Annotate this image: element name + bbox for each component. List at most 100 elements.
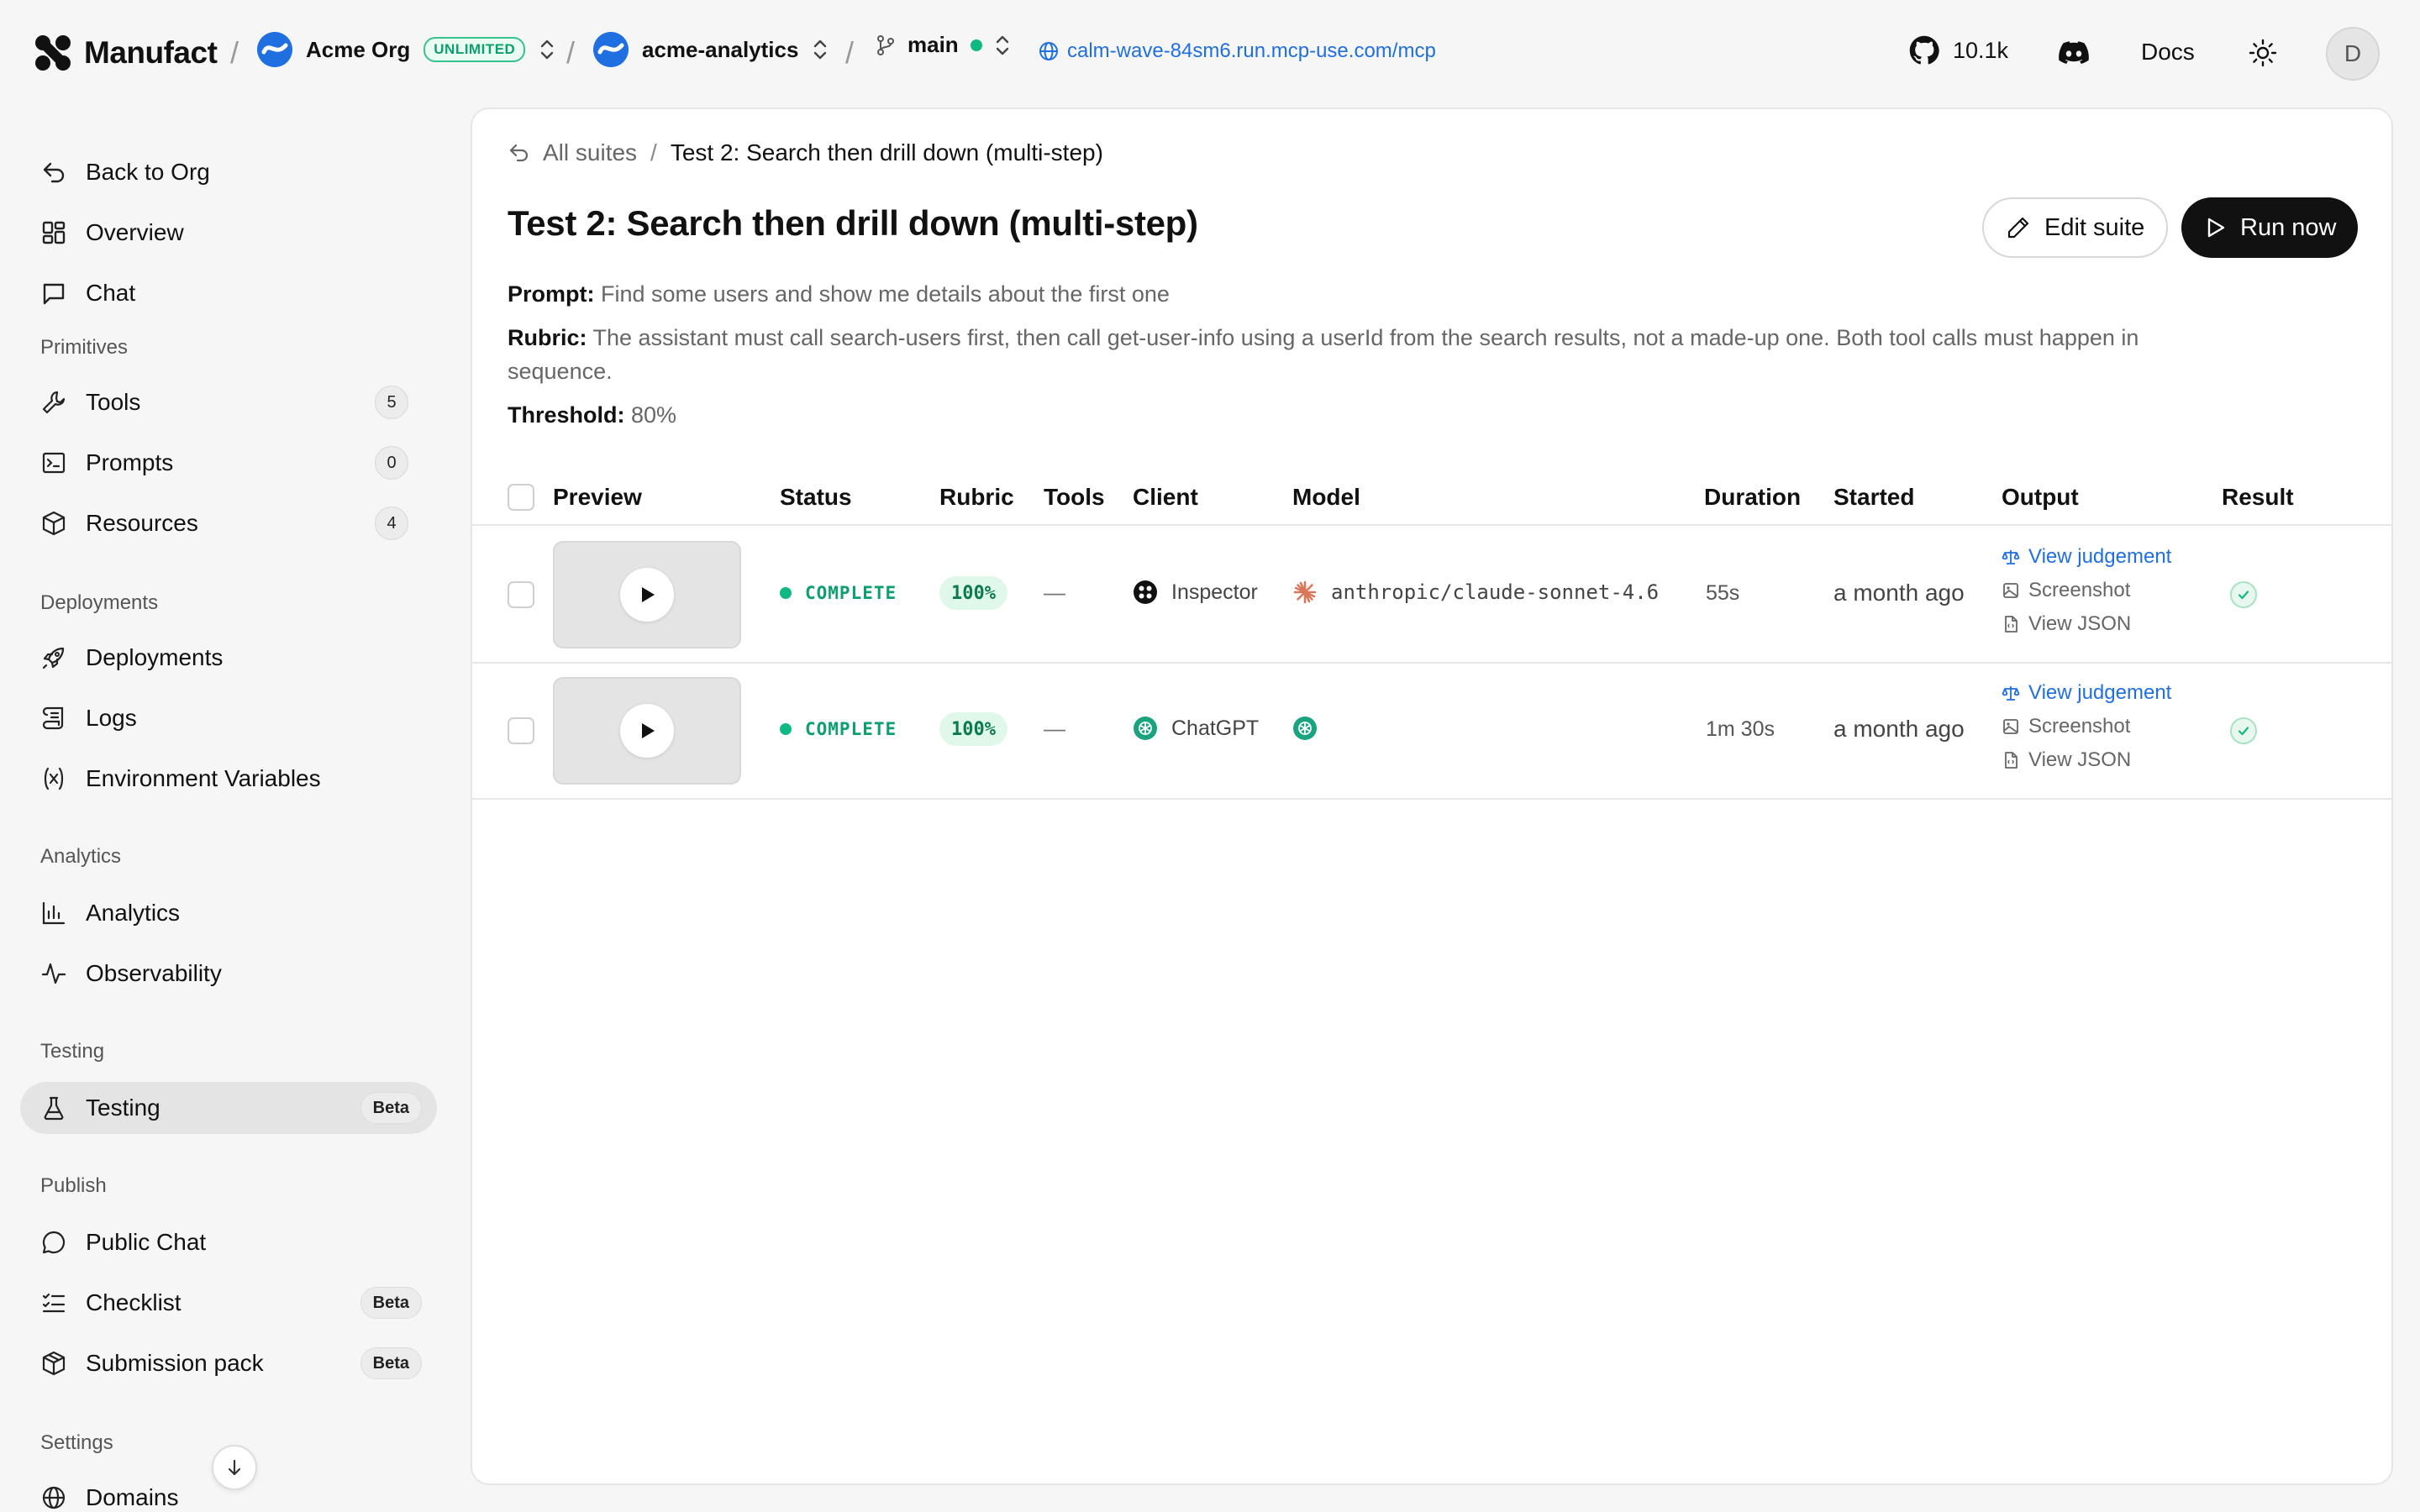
screenshot-label: Screenshot: [2028, 579, 2131, 601]
result-pass-badge: [2230, 717, 2257, 744]
sidebar-item-label: Overview: [86, 219, 184, 245]
table-row[interactable]: COMPLETE 100% — Inspector anthropic/clau…: [472, 528, 2391, 664]
all-suites-link[interactable]: All suites: [508, 139, 637, 166]
github-icon: [1909, 35, 1939, 65]
discord-icon[interactable]: [2059, 40, 2089, 66]
beta-badge: Beta: [360, 1287, 422, 1319]
undo-arrow-icon: [509, 144, 529, 162]
project-switcher[interactable]: acme-analytics: [593, 32, 829, 67]
play-button[interactable]: [620, 568, 674, 622]
sidebar-item-checklist[interactable]: Checklist Beta: [20, 1277, 437, 1329]
sidebar-item-label: Environment Variables: [86, 765, 321, 791]
count-badge: 0: [375, 446, 408, 480]
client-cell: Inspector: [1133, 580, 1258, 605]
beta-badge: Beta: [360, 1347, 422, 1379]
row-checkbox[interactable]: [508, 581, 534, 608]
sidebar-item-prompts[interactable]: Prompts 0: [20, 437, 437, 489]
column-header-result[interactable]: Result: [2222, 484, 2294, 511]
branch-switcher[interactable]: main: [876, 32, 1011, 58]
chevrons-up-down-icon: [541, 39, 554, 60]
openai-icon: [1293, 717, 1317, 740]
section-label-publish: Publish: [40, 1174, 107, 1197]
breadcrumb: All suites / Test 2: Search then drill d…: [508, 139, 1103, 166]
preview-thumbnail[interactable]: [553, 541, 741, 648]
sidebar-item-label: Logs: [86, 705, 137, 731]
client-name: ChatGPT: [1171, 716, 1260, 740]
org-name: Acme Org: [306, 36, 411, 62]
output-links: View judgement Screenshot View JSON: [2002, 545, 2171, 635]
view-judgement-link[interactable]: View judgement: [2002, 681, 2171, 704]
brand-name: Manufact: [84, 35, 218, 70]
screenshot-label: Screenshot: [2028, 715, 2131, 738]
column-header-duration[interactable]: Duration: [1704, 484, 1801, 511]
chat-bubble-icon: [42, 1231, 66, 1254]
sidebar-item-environment-variables[interactable]: Environment Variables: [20, 753, 437, 805]
project-avatar: [593, 32, 629, 67]
view-judgement-link[interactable]: View judgement: [2002, 545, 2171, 568]
chevrons-up-down-icon: [814, 39, 827, 60]
column-header-output[interactable]: Output: [2002, 484, 2079, 511]
scale-icon: [2002, 550, 2020, 564]
sidebar-item-logs[interactable]: Logs: [20, 692, 437, 744]
status-badge: COMPLETE: [780, 583, 897, 603]
check-icon: [2238, 727, 2249, 736]
server-url-link[interactable]: calm-wave-84sm6.run.mcp-use.com/mcp: [1039, 39, 1436, 63]
back-arrow-icon: [43, 162, 65, 183]
github-link[interactable]: 10.1k: [1909, 35, 2008, 66]
view-json-link[interactable]: View JSON: [2002, 612, 2171, 635]
column-header-status[interactable]: Status: [780, 484, 852, 511]
globe-icon: [42, 1486, 66, 1509]
docs-link[interactable]: Docs: [2141, 39, 2195, 66]
row-checkbox[interactable]: [508, 717, 534, 744]
select-all-checkbox[interactable]: [508, 484, 534, 511]
edit-suite-button[interactable]: Edit suite: [1982, 197, 2169, 258]
brand[interactable]: Manufact: [34, 34, 218, 72]
preview-thumbnail[interactable]: [553, 677, 741, 785]
play-button[interactable]: [620, 704, 674, 758]
sidebar-item-resources[interactable]: Resources 4: [20, 497, 437, 549]
cube-icon: [42, 511, 66, 536]
bar-chart-icon: [42, 901, 66, 925]
flask-icon: [44, 1096, 64, 1121]
column-header-model[interactable]: Model: [1292, 484, 1360, 511]
rubric-score-badge: 100%: [939, 712, 1007, 746]
sidebar-item-deployments[interactable]: Deployments: [20, 632, 437, 684]
column-header-preview[interactable]: Preview: [553, 484, 642, 511]
column-header-tools[interactable]: Tools: [1044, 484, 1105, 511]
sidebar-item-observability[interactable]: Observability: [20, 948, 437, 1000]
file-json-icon: [2005, 752, 2018, 769]
rubric-label: Rubric:: [508, 325, 587, 350]
sidebar-item-tools[interactable]: Tools 5: [20, 376, 437, 428]
view-json-label: View JSON: [2028, 748, 2132, 771]
sidebar-item-submission-pack[interactable]: Submission pack Beta: [20, 1337, 437, 1389]
sidebar-item-back-to-org[interactable]: Back to Org: [20, 146, 437, 198]
inspector-icon: [1134, 580, 1157, 604]
prompt-text: Find some users and show me details abou…: [601, 281, 1170, 307]
main-panel: All suites / Test 2: Search then drill d…: [471, 108, 2393, 1485]
wrench-icon: [42, 391, 66, 414]
org-switcher[interactable]: Acme Org UNLIMITED: [257, 32, 555, 67]
column-header-client[interactable]: Client: [1133, 484, 1198, 511]
sidebar-item-public-chat[interactable]: Public Chat: [20, 1216, 437, 1268]
sun-icon[interactable]: [2249, 39, 2277, 67]
screenshot-link[interactable]: Screenshot: [2002, 579, 2171, 601]
table-row[interactable]: COMPLETE 100% — ChatGPT 1m 30s a month a…: [472, 664, 2391, 800]
column-header-started[interactable]: Started: [1833, 484, 1914, 511]
sidebar-item-chat[interactable]: Chat: [20, 267, 437, 319]
scroll-down-button[interactable]: [212, 1445, 257, 1490]
user-avatar[interactable]: D: [2326, 27, 2380, 81]
chevrons-up-down-icon: [996, 35, 1008, 55]
screenshot-link[interactable]: Screenshot: [2002, 715, 2171, 738]
sidebar-item-analytics[interactable]: Analytics: [20, 887, 437, 939]
check-icon: [2238, 591, 2249, 600]
client-name: Inspector: [1171, 580, 1258, 604]
checklist-icon: [42, 1293, 66, 1313]
sidebar-item-testing[interactable]: Testing Beta: [20, 1082, 437, 1134]
run-now-button[interactable]: Run now: [2181, 197, 2359, 258]
section-label-primitives: Primitives: [40, 336, 129, 359]
sidebar-item-overview[interactable]: Overview: [20, 207, 437, 259]
view-json-link[interactable]: View JSON: [2002, 748, 2171, 771]
column-header-rubric[interactable]: Rubric: [939, 484, 1014, 511]
sidebar: Back to Org Overview Chat Primitives Too…: [0, 108, 454, 1512]
play-icon: [642, 587, 655, 602]
